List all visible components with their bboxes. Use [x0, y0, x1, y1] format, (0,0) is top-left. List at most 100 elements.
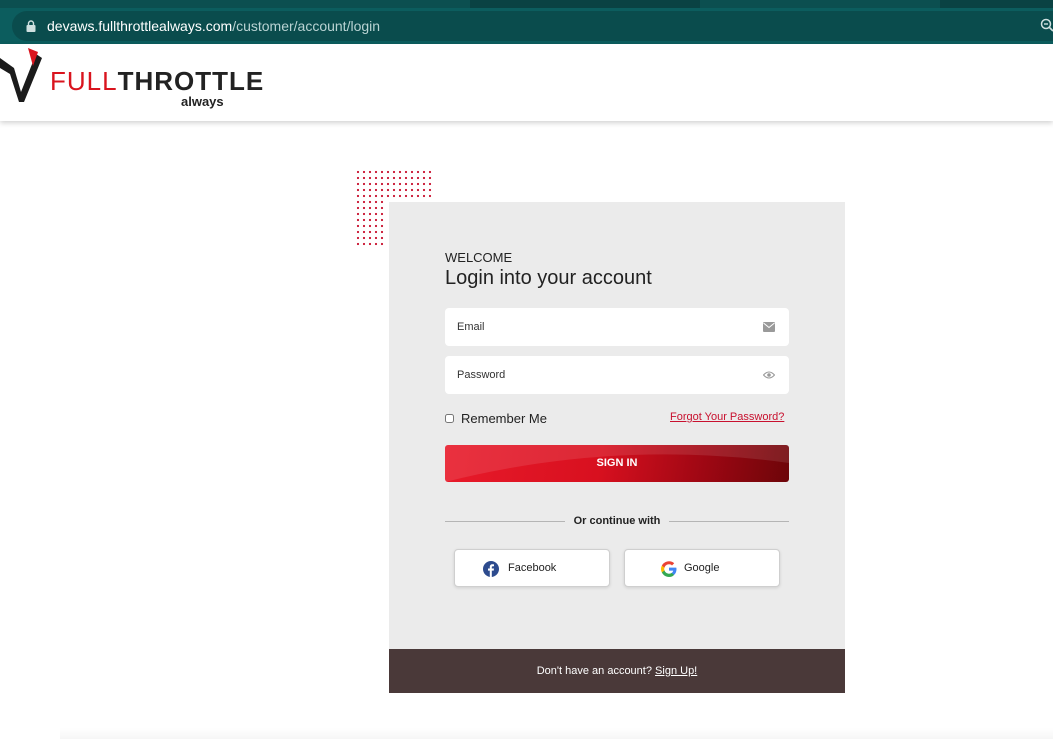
decor-dot	[362, 230, 366, 234]
decor-dot	[356, 224, 360, 228]
decor-dot	[410, 170, 414, 174]
decor-dot	[356, 206, 360, 210]
decor-dot	[362, 176, 366, 180]
decor-dot	[362, 206, 366, 210]
facebook-login-button[interactable]: Facebook	[454, 549, 610, 587]
decor-dot	[380, 200, 384, 204]
password-input[interactable]	[445, 356, 789, 394]
decor-dot	[392, 188, 396, 192]
decor-dot	[374, 200, 378, 204]
decor-dot	[362, 182, 366, 186]
decor-dot	[386, 188, 390, 192]
page-fade	[60, 728, 1053, 739]
decor-dot	[368, 170, 372, 174]
browser-tab-strip	[0, 0, 1053, 8]
decor-dot	[374, 224, 378, 228]
sign-up-link[interactable]: Sign Up!	[655, 665, 697, 677]
site-header: FULLTHROTTLE always	[0, 44, 1053, 121]
sign-in-button[interactable]: SIGN IN	[445, 445, 789, 482]
decor-dot	[380, 236, 384, 240]
signup-footer: Don't have an account? Sign Up!	[389, 649, 845, 693]
decor-dot	[416, 182, 420, 186]
logo-word-dark: THROTTLE	[117, 66, 265, 96]
remember-me-label: Remember Me	[461, 411, 547, 426]
forgot-password-link[interactable]: Forgot Your Password?	[670, 411, 784, 423]
decor-dot	[356, 242, 360, 246]
welcome-label: WELCOME	[445, 250, 513, 265]
decor-dot	[368, 200, 372, 204]
decor-dot	[398, 194, 402, 198]
decor-dot	[368, 230, 372, 234]
zoom-icon[interactable]	[1040, 18, 1053, 32]
decor-dot	[356, 170, 360, 174]
decor-dot	[392, 176, 396, 180]
decor-dot	[356, 218, 360, 222]
decor-dot	[374, 218, 378, 222]
decor-dot	[356, 236, 360, 240]
logo-word-red: FULL	[50, 66, 118, 96]
decor-dot	[362, 200, 366, 204]
decor-dot	[428, 188, 432, 192]
decor-dot	[416, 188, 420, 192]
logo-tagline: always	[181, 94, 224, 109]
decor-dot	[356, 176, 360, 180]
decor-dot	[380, 194, 384, 198]
decor-dot	[416, 194, 420, 198]
envelope-icon	[763, 322, 775, 332]
logo-wordmark: FULLTHROTTLE	[50, 66, 264, 97]
divider-label: Or continue with	[573, 515, 661, 527]
decor-dot	[428, 194, 432, 198]
decor-dot	[374, 212, 378, 216]
browser-tab[interactable]	[940, 0, 1053, 8]
decor-dot	[374, 194, 378, 198]
remember-me: Remember Me	[445, 411, 547, 426]
lock-icon	[26, 20, 36, 32]
decor-dot	[356, 194, 360, 198]
decor-dot	[368, 188, 372, 192]
decor-dot	[422, 182, 426, 186]
decor-dot	[422, 170, 426, 174]
decor-dot	[404, 176, 408, 180]
decor-dot	[374, 206, 378, 210]
decor-dot	[356, 212, 360, 216]
decor-dot	[428, 170, 432, 174]
site-logo[interactable]: FULLTHROTTLE always	[0, 44, 263, 114]
decor-dot	[380, 182, 384, 186]
remember-me-checkbox[interactable]	[445, 414, 454, 423]
google-login-button[interactable]: Google	[624, 549, 780, 587]
decor-dot	[392, 182, 396, 186]
decor-dot	[374, 242, 378, 246]
decor-dot	[368, 206, 372, 210]
decor-dot	[362, 188, 366, 192]
decor-dot	[416, 176, 420, 180]
decor-dot	[362, 212, 366, 216]
decor-dot	[422, 176, 426, 180]
decor-dot	[428, 176, 432, 180]
decor-dot	[380, 242, 384, 246]
login-card: WELCOME Login into your account Remember…	[389, 202, 845, 693]
decor-dot	[410, 188, 414, 192]
decor-dot	[368, 182, 372, 186]
sign-in-label: SIGN IN	[596, 457, 638, 469]
browser-tab[interactable]	[470, 0, 700, 8]
decor-dot	[398, 188, 402, 192]
eye-icon[interactable]	[763, 370, 775, 380]
decor-dot	[380, 218, 384, 222]
decor-dot	[410, 176, 414, 180]
google-label: Google	[684, 562, 720, 574]
email-input[interactable]	[445, 308, 789, 346]
decor-dot	[392, 194, 396, 198]
decor-dot	[380, 170, 384, 174]
decor-dot	[398, 170, 402, 174]
facebook-label: Facebook	[508, 562, 557, 574]
decor-dot	[380, 224, 384, 228]
decor-dot	[374, 170, 378, 174]
decor-dot	[410, 194, 414, 198]
decor-dot	[368, 218, 372, 222]
decor-dot	[374, 236, 378, 240]
decor-dot	[404, 170, 408, 174]
address-bar[interactable]: devaws.fullthrottlealways.com/customer/a…	[12, 11, 1053, 41]
decor-dot	[368, 176, 372, 180]
browser-toolbar: devaws.fullthrottlealways.com/customer/a…	[0, 8, 1053, 44]
decor-dot	[416, 170, 420, 174]
